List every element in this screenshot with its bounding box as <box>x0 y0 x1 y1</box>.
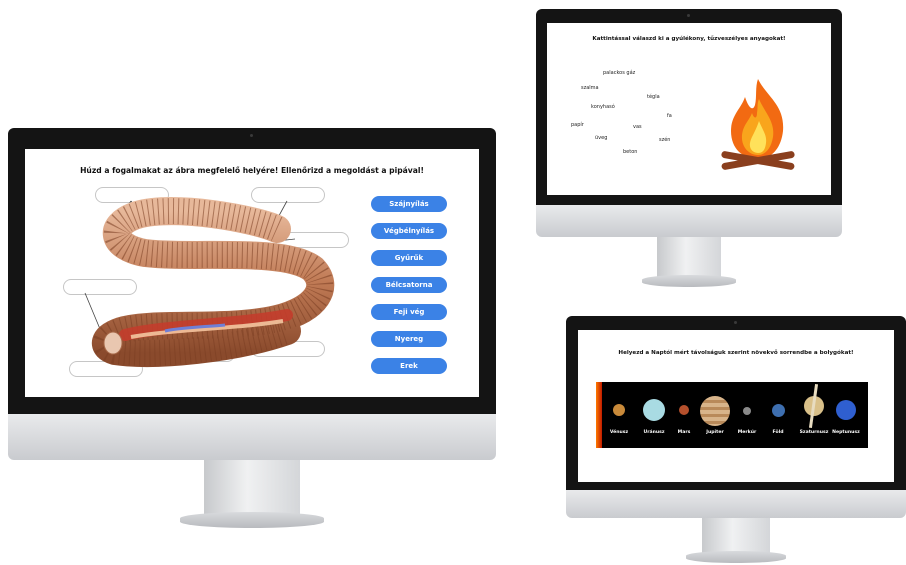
worm-screen: Húzd a fogalmakat az ábra megfelelő hely… <box>25 149 479 397</box>
word-tegla[interactable]: tégla <box>647 94 660 100</box>
word-uveg[interactable]: üveg <box>595 135 607 141</box>
planet-label-uranusz: Uránusz <box>643 430 665 435</box>
monitor-worm: Húzd a fogalmakat az ábra megfelelő hely… <box>8 128 496 530</box>
planet-label-szaturnusz: Szaturnusz <box>799 430 829 435</box>
monitor-planets: Helyezd a Naptól mért távolságuk szerint… <box>566 316 906 564</box>
campfire-illustration <box>721 79 795 170</box>
word-fa[interactable]: fa <box>667 113 672 119</box>
monitor-fire: Kattintással válaszd ki a gyúlékony, tűz… <box>536 9 842 289</box>
planet-label-mars: Mars <box>677 430 691 435</box>
monitor-stand-neck <box>702 518 770 554</box>
planets-instruction: Helyezd a Naptól mért távolságuk szerint… <box>618 350 854 356</box>
monitor-stand-foot <box>180 512 324 528</box>
term-button-erek[interactable]: Erek <box>371 358 447 374</box>
sun-edge <box>596 382 602 448</box>
term-button-szajnyilas[interactable]: Szájnyílás <box>371 196 447 212</box>
fire-screen: Kattintással válaszd ki a gyúlékony, tűz… <box>547 23 831 195</box>
term-button-nyereg[interactable]: Nyereg <box>371 331 447 347</box>
word-palackos-gaz[interactable]: palackos gáz <box>603 70 635 76</box>
monitor-chin <box>566 490 906 518</box>
monitor-stand-neck <box>204 460 300 516</box>
camera-dot <box>687 14 690 17</box>
planet-neptunusz-icon[interactable] <box>836 400 856 420</box>
word-szen[interactable]: szén <box>659 137 670 143</box>
term-button-gyuruk[interactable]: Gyűrűk <box>371 250 447 266</box>
planet-label-neptunusz: Neptunusz <box>832 430 860 435</box>
monitor-chin <box>536 205 842 237</box>
planet-merkur-icon[interactable] <box>743 407 751 415</box>
planet-fold-icon[interactable] <box>772 404 785 417</box>
planet-label-venusz: Vénusz <box>609 430 629 435</box>
term-button-feji-veg[interactable]: Feji vég <box>371 304 447 320</box>
word-beton[interactable]: beton <box>623 149 637 155</box>
monitor-stand-foot <box>642 275 736 287</box>
planet-mars-icon[interactable] <box>679 405 689 415</box>
planet-uranusz-icon[interactable] <box>643 399 665 421</box>
planets-screen: Helyezd a Naptól mért távolságuk szerint… <box>578 330 894 482</box>
monitor-chin <box>8 414 496 460</box>
camera-dot <box>734 321 737 324</box>
planet-label-fold: Föld <box>772 430 784 435</box>
term-button-vegbelnyilas[interactable]: Végbélnyílás <box>371 223 447 239</box>
term-button-belcsatorna[interactable]: Bélcsatorna <box>371 277 447 293</box>
word-papir[interactable]: papír <box>571 122 584 128</box>
word-szalma[interactable]: szalma <box>581 85 599 91</box>
monitor-stand-neck <box>657 237 721 279</box>
planet-label-jupiter: Jupiter <box>706 430 724 435</box>
word-konyhaso[interactable]: konyhasó <box>591 104 615 110</box>
planet-label-merkur: Merkúr <box>737 430 757 435</box>
camera-dot <box>250 134 253 137</box>
planet-strip: Vénusz Uránusz Mars Jupiter Merkúr Föld … <box>596 382 868 448</box>
word-vas[interactable]: vas <box>633 124 642 130</box>
planet-jupiter-icon[interactable] <box>700 396 730 426</box>
monitor-stand-foot <box>686 551 786 563</box>
planet-venusz-icon[interactable] <box>613 404 625 416</box>
fire-instruction: Kattintással válaszd ki a gyúlékony, tűz… <box>592 36 786 42</box>
